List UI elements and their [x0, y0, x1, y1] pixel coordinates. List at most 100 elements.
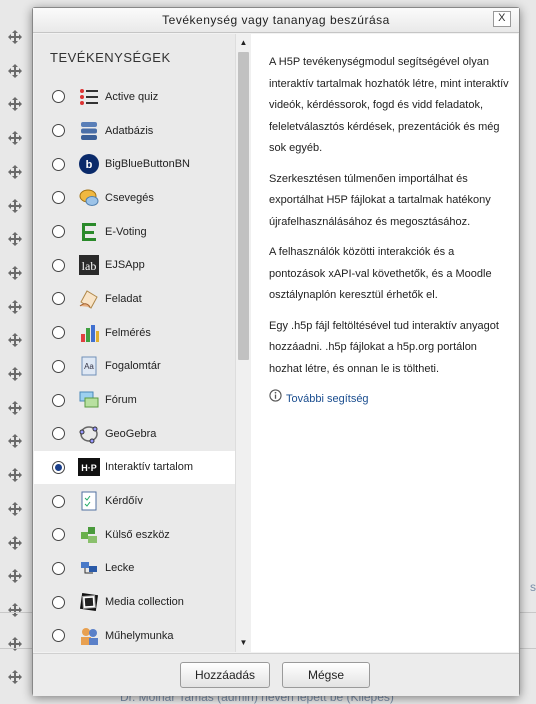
activity-option[interactable]: Feladat: [34, 282, 235, 316]
activity-label: Feladat: [105, 292, 142, 305]
activity-option[interactable]: lab EJSApp: [34, 248, 235, 282]
database-icon: [78, 120, 100, 142]
activity-options-pane: TEVÉKENYSÉGEK Active quiz Adatbázis b BigBl…: [34, 34, 235, 652]
activity-option[interactable]: Lecke: [34, 552, 235, 586]
activity-option[interactable]: Media collection: [34, 585, 235, 619]
move-icon[interactable]: [8, 501, 22, 516]
activity-option[interactable]: Felmérés: [34, 316, 235, 350]
move-icon[interactable]: [8, 30, 22, 44]
ejsapp-icon: lab: [78, 254, 100, 276]
activity-option[interactable]: Csevegés: [34, 181, 235, 215]
activity-option[interactable]: Active quiz: [34, 80, 235, 114]
move-icon[interactable]: [8, 97, 22, 112]
h5p-icon: H·P: [78, 456, 100, 478]
svg-text:H·P: H·P: [81, 463, 97, 473]
scroll-up-icon[interactable]: ▲: [236, 36, 251, 50]
help-paragraph: A felhasználók közötti interakciók és a …: [269, 246, 492, 301]
info-icon: [269, 389, 282, 411]
glossary-icon: Aa: [78, 355, 100, 377]
more-help-label[interactable]: További segítség: [286, 389, 369, 411]
activity-label: Active quiz: [105, 90, 159, 103]
activity-radio[interactable]: [52, 225, 65, 239]
evoting-icon: [78, 221, 100, 243]
activity-option[interactable]: Fórum: [34, 383, 235, 417]
dialog-footer: Hozzáadás Mégse: [33, 653, 519, 696]
activity-label: EJSApp: [105, 259, 145, 272]
activity-option[interactable]: Aa Fogalomtár: [34, 350, 235, 384]
activity-radio[interactable]: [52, 124, 65, 138]
move-icon[interactable]: [8, 367, 22, 381]
move-icon[interactable]: [8, 265, 22, 280]
cancel-button[interactable]: Mégse: [282, 662, 370, 688]
activity-radio[interactable]: [52, 258, 65, 272]
help-paragraph: Szerkesztésen túlmenően importálhat és e…: [269, 172, 491, 228]
active-quiz-icon: [78, 86, 100, 108]
external-tool-icon: [78, 524, 100, 546]
chat-icon: [78, 187, 100, 209]
close-button[interactable]: X: [493, 11, 511, 27]
move-icon[interactable]: [8, 333, 22, 348]
activity-radio[interactable]: [52, 629, 65, 643]
activity-label: Interaktív tartalom: [105, 461, 194, 474]
activity-option[interactable]: E-Voting: [34, 215, 235, 249]
activity-label: Kérdőív: [105, 495, 143, 508]
move-icon[interactable]: [8, 535, 22, 550]
activity-radio[interactable]: [52, 191, 65, 205]
more-help-link[interactable]: További segítség: [269, 389, 509, 411]
activity-radio[interactable]: [52, 561, 65, 575]
scroll-thumb[interactable]: [238, 52, 249, 360]
geogebra-icon: [78, 423, 100, 445]
dialog-title: Tevékenység vagy tananyag beszúrása: [162, 13, 390, 27]
activity-radio[interactable]: [52, 393, 65, 407]
activity-option[interactable]: Kérdőív: [34, 484, 235, 518]
activity-label: Media collection: [105, 596, 184, 609]
move-icon[interactable]: [8, 131, 22, 146]
activity-option[interactable]: GeoGebra: [34, 417, 235, 451]
activity-radio[interactable]: [52, 326, 65, 340]
move-icon[interactable]: [8, 63, 22, 78]
move-icon[interactable]: [8, 569, 22, 584]
activity-radio[interactable]: [52, 427, 65, 441]
scroll-down-icon[interactable]: ▼: [236, 636, 251, 650]
activity-label: Csevegés: [105, 191, 154, 204]
add-activity-dialog: Tevékenység vagy tananyag beszúrása X TE…: [32, 7, 520, 696]
activity-radio[interactable]: [52, 90, 65, 104]
survey-icon: [78, 322, 100, 344]
add-button[interactable]: Hozzáadás: [180, 662, 270, 688]
help-pane: A H5P tevékenységmodul segítségével olya…: [251, 34, 518, 652]
move-icon[interactable]: [8, 198, 22, 213]
bigbluebutton-icon: b: [78, 153, 100, 175]
options-scrollbar[interactable]: ▲ ▼: [235, 34, 251, 652]
activity-label: GeoGebra: [105, 427, 157, 440]
activity-option[interactable]: b BigBlueButtonBN: [34, 147, 235, 181]
forum-icon: [78, 389, 100, 411]
move-icon[interactable]: [8, 602, 22, 617]
activity-option[interactable]: Műhelymunka: [34, 619, 235, 652]
activity-list: Active quiz Adatbázis b BigBlueButtonBN Csev…: [34, 80, 235, 652]
activity-radio[interactable]: [52, 292, 65, 306]
activity-radio[interactable]: [52, 528, 65, 542]
activity-radio[interactable]: [52, 460, 65, 474]
activity-label: Műhelymunka: [105, 629, 174, 642]
move-icon[interactable]: [8, 164, 22, 179]
questionnaire-icon: [78, 490, 100, 512]
move-icon[interactable]: [8, 400, 22, 415]
move-icon[interactable]: [8, 232, 22, 247]
activity-label: Lecke: [105, 562, 135, 575]
move-icon[interactable]: [8, 468, 22, 483]
activity-label: E-Voting: [105, 225, 147, 238]
activity-option[interactable]: Külső eszköz: [34, 518, 235, 552]
move-icon[interactable]: [8, 434, 22, 449]
section-title: TEVÉKENYSÉGEK: [50, 50, 171, 65]
activity-label: BigBlueButtonBN: [105, 158, 190, 171]
activity-label: Adatbázis: [105, 124, 154, 137]
activity-radio[interactable]: [52, 595, 65, 609]
move-icon[interactable]: [8, 299, 22, 314]
svg-text:b: b: [86, 159, 93, 171]
activity-option[interactable]: Adatbázis: [34, 114, 235, 148]
activity-radio[interactable]: [52, 157, 65, 171]
activity-option[interactable]: H·P Interaktív tartalom: [34, 450, 235, 485]
activity-radio[interactable]: [52, 494, 65, 508]
activity-radio[interactable]: [52, 359, 65, 373]
move-icon[interactable]: [8, 670, 22, 685]
